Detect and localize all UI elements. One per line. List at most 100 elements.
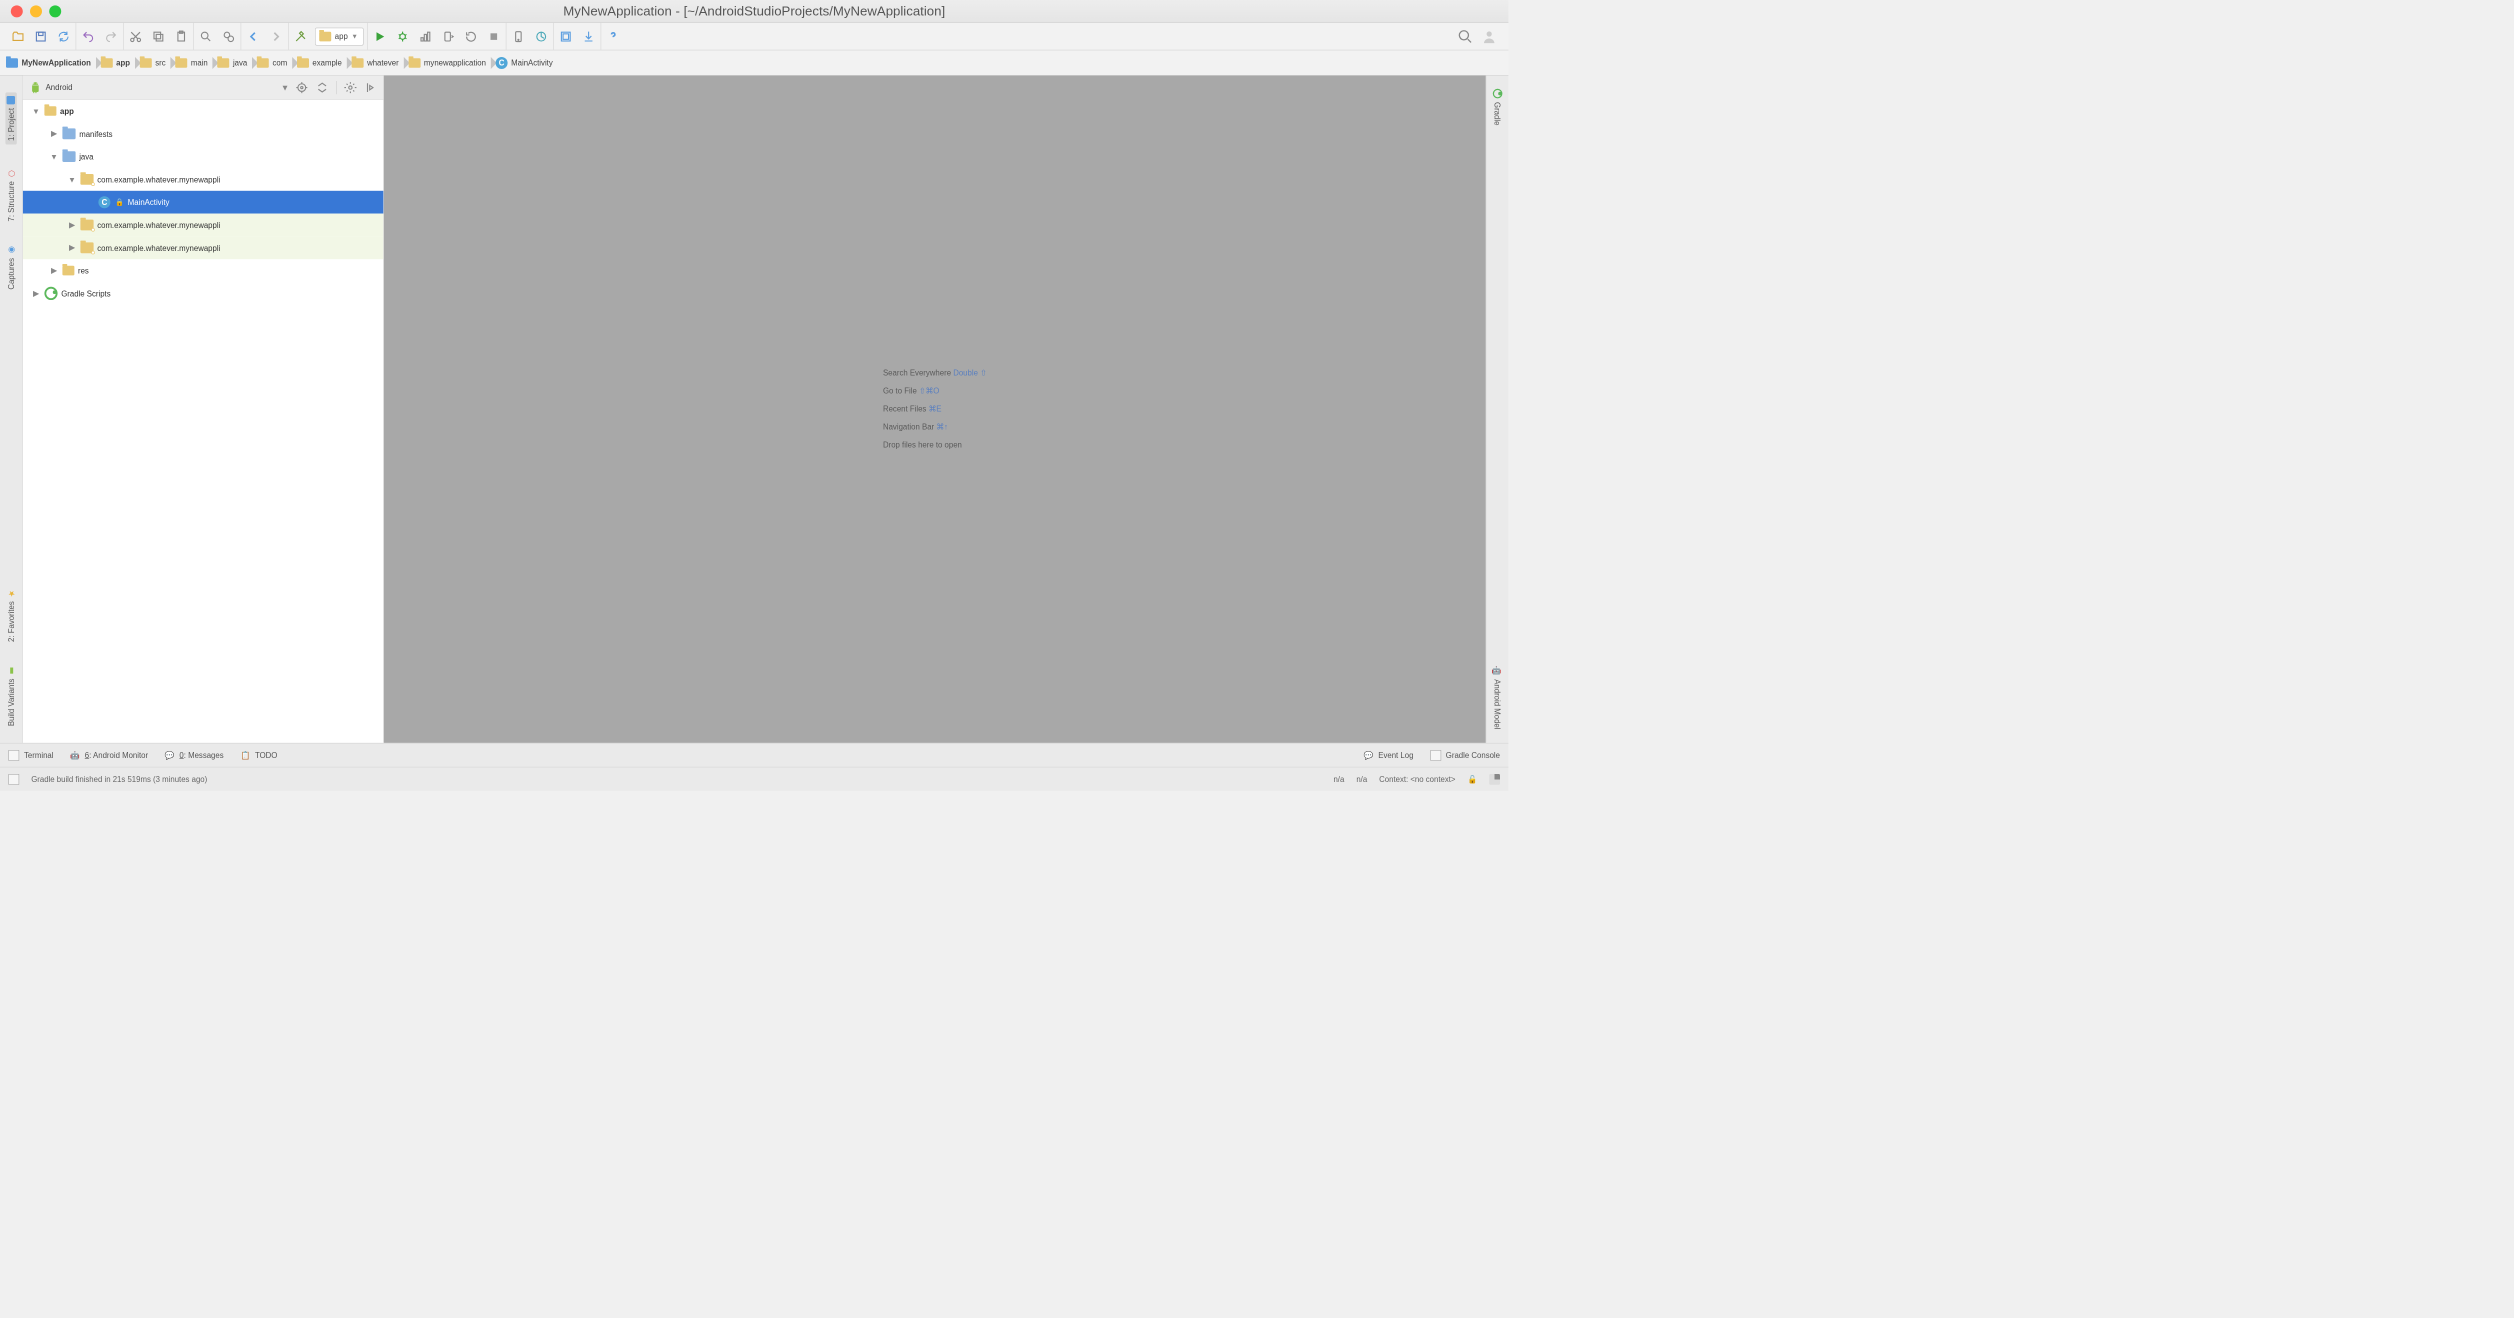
- gradle-icon: [44, 287, 57, 300]
- tree-node-app[interactable]: ▼app: [23, 100, 384, 123]
- tab-android-monitor[interactable]: 🤖6: Android Monitor: [70, 750, 148, 760]
- android-icon: 🤖: [70, 750, 80, 760]
- collapse-icon[interactable]: [316, 81, 329, 94]
- package-icon: [80, 174, 93, 185]
- layout-inspector-icon[interactable]: [557, 28, 574, 45]
- close-button[interactable]: [11, 5, 23, 17]
- attach-debugger-icon[interactable]: [440, 28, 457, 45]
- folder-icon: [62, 151, 75, 162]
- tab-gradle[interactable]: Gradle: [1493, 89, 1503, 126]
- tab-event-log[interactable]: 💬Event Log: [1364, 750, 1414, 760]
- lock-icon[interactable]: 🔓: [1467, 774, 1477, 784]
- redo-icon[interactable]: [103, 28, 120, 45]
- cut-icon[interactable]: [127, 28, 144, 45]
- debug-icon[interactable]: [394, 28, 411, 45]
- help-icon[interactable]: [605, 28, 622, 45]
- save-icon[interactable]: [32, 28, 49, 45]
- tab-label: Terminal: [24, 751, 53, 760]
- target-icon[interactable]: [295, 81, 308, 94]
- tab-messages[interactable]: 💬0: Messages: [165, 750, 224, 760]
- chevron-right-icon: ▶: [67, 243, 77, 253]
- hide-icon[interactable]: [364, 81, 377, 94]
- maximize-button[interactable]: [49, 5, 61, 17]
- tree-node-package[interactable]: ▼com.example.whatever.mynewappli: [23, 168, 384, 191]
- tab-android-model[interactable]: 🤖Android Model: [1493, 666, 1502, 729]
- tree-node-java[interactable]: ▼ java: [23, 145, 384, 168]
- search-icon[interactable]: [1457, 28, 1474, 45]
- tab-project[interactable]: 1: Project: [5, 92, 16, 144]
- tab-terminal[interactable]: Terminal: [8, 750, 53, 761]
- tree-label: java: [79, 152, 93, 161]
- project-panel: Android ▼ ▼app ▶manifests ▼java ▼com.exa…: [23, 76, 384, 743]
- chevron-down-icon: ▼: [281, 83, 289, 93]
- gear-icon[interactable]: [344, 81, 357, 94]
- user-icon[interactable]: [1481, 28, 1498, 45]
- breadcrumb-label: whatever: [367, 58, 399, 67]
- tree-node-mainactivity[interactable]: C🔒MainActivity: [23, 191, 384, 214]
- tree-node-manifests[interactable]: ▶manifests: [23, 122, 384, 145]
- tab-build-variants[interactable]: Build Variants▮: [7, 666, 16, 726]
- breadcrumb[interactable]: whatever: [351, 50, 408, 75]
- tree-label: app: [60, 107, 74, 116]
- tree-label: MainActivity: [128, 198, 170, 207]
- tab-favorites[interactable]: 2: Favorites★: [7, 588, 16, 641]
- run-icon[interactable]: [371, 28, 388, 45]
- sync-icon[interactable]: [55, 28, 72, 45]
- restart-icon[interactable]: [462, 28, 479, 45]
- forward-icon[interactable]: [268, 28, 285, 45]
- breadcrumb-label: src: [155, 58, 165, 67]
- titlebar: MyNewApplication - [~/AndroidStudioProje…: [0, 0, 1508, 23]
- minimize-button[interactable]: [30, 5, 42, 17]
- tab-label: TODO: [255, 751, 277, 760]
- breadcrumb[interactable]: com: [257, 50, 297, 75]
- tree-node-gradle-scripts[interactable]: ▶Gradle Scripts: [23, 282, 384, 305]
- memory-indicator-icon[interactable]: [1489, 774, 1500, 785]
- profile-icon[interactable]: [417, 28, 434, 45]
- tab-todo[interactable]: 📋 TODO: [240, 750, 277, 760]
- breadcrumb[interactable]: main: [175, 50, 217, 75]
- breadcrumb[interactable]: java: [217, 50, 257, 75]
- folder-icon: [62, 128, 75, 139]
- copy-icon[interactable]: [150, 28, 167, 45]
- avd-manager-icon[interactable]: [510, 28, 527, 45]
- breadcrumb[interactable]: CMainActivity: [496, 50, 563, 75]
- breadcrumb[interactable]: app: [101, 50, 140, 75]
- tab-gradle-console[interactable]: Gradle Console: [1430, 750, 1500, 761]
- find-icon[interactable]: [197, 28, 214, 45]
- breadcrumb[interactable]: src: [140, 50, 176, 75]
- navigation-bar: MyNewApplication app src main java com e…: [0, 50, 1508, 75]
- hint-search-label: Search Everywhere: [883, 369, 953, 378]
- build-icon[interactable]: [292, 28, 309, 45]
- breadcrumb[interactable]: example: [297, 50, 352, 75]
- project-header: Android ▼: [23, 76, 384, 100]
- todo-icon: 📋: [240, 750, 250, 760]
- status-context[interactable]: Context: <no context>: [1379, 775, 1455, 784]
- open-icon[interactable]: [10, 28, 27, 45]
- breadcrumb[interactable]: MyNewApplication: [6, 50, 101, 75]
- tree-node-package[interactable]: ▶com.example.whatever.mynewappli: [23, 236, 384, 259]
- folder-icon: [297, 58, 309, 68]
- class-icon: C: [98, 196, 110, 208]
- paste-icon[interactable]: [173, 28, 190, 45]
- replace-icon[interactable]: [220, 28, 237, 45]
- tree-node-res[interactable]: ▶res: [23, 259, 384, 282]
- back-icon[interactable]: [245, 28, 262, 45]
- structure-tab-icon: ⬡: [7, 169, 16, 178]
- stop-icon[interactable]: [485, 28, 502, 45]
- editor-area[interactable]: Search Everywhere Double ⇧ Go to File ⇧⌘…: [384, 76, 1486, 743]
- chevron-down-icon: ▼: [49, 152, 59, 161]
- breadcrumb[interactable]: mynewapplication: [408, 50, 495, 75]
- module-selector[interactable]: app ▼: [315, 27, 363, 45]
- project-view-selector[interactable]: Android ▼: [29, 81, 289, 94]
- folder-icon: [101, 58, 113, 68]
- hint-navbar-shortcut: ⌘↑: [936, 422, 948, 431]
- tab-captures[interactable]: Captures◉: [7, 245, 16, 289]
- undo-icon[interactable]: [80, 28, 97, 45]
- tab-structure[interactable]: 7: Structure⬡: [7, 169, 16, 222]
- tree-node-package[interactable]: ▶com.example.whatever.mynewappli: [23, 214, 384, 237]
- left-tool-strip: 1: Project 7: Structure⬡ Captures◉ 2: Fa…: [0, 76, 23, 743]
- chevron-down-icon: ▼: [67, 175, 77, 184]
- download-icon[interactable]: [580, 28, 597, 45]
- status-toggle-icon[interactable]: [8, 774, 19, 785]
- sdk-manager-icon[interactable]: [533, 28, 550, 45]
